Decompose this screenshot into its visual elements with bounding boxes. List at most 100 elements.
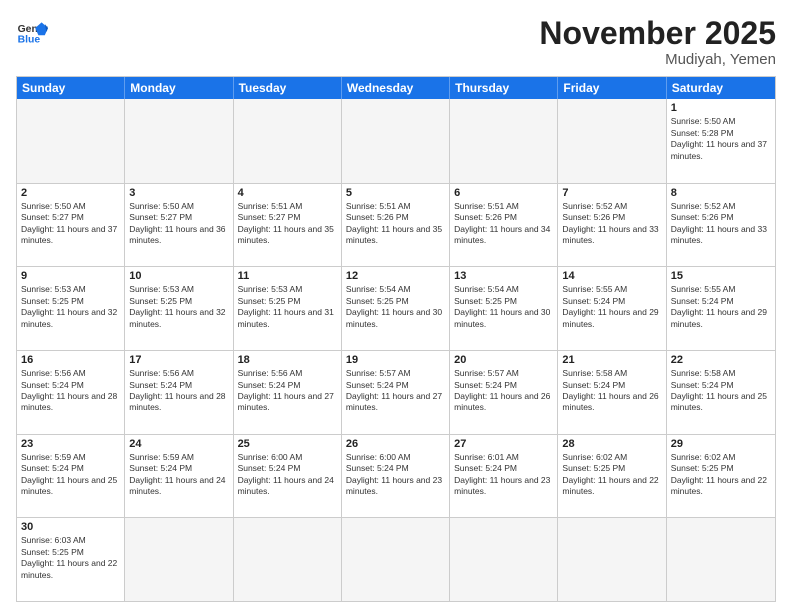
day-number: 26 — [346, 438, 445, 450]
calendar-cell: 24Sunrise: 5:59 AM Sunset: 5:24 PM Dayli… — [125, 435, 233, 518]
day-number: 3 — [129, 187, 228, 199]
calendar-row-5: 23 Sunrise: 5:59 AM Sunset: 5:24 PM Dayli… — [17, 434, 775, 518]
calendar-cell: 26 Sunrise: 6:00 AM Sunset: 5:24 PM Dayli… — [342, 435, 450, 518]
weekday-header-wednesday: Wednesday — [342, 77, 450, 99]
day-number: 19 — [346, 354, 445, 366]
day-number: 21 — [562, 354, 661, 366]
calendar-cell: 12 Sunrise: 5:54 AM Sunset: 5:25 PM Dayli… — [342, 267, 450, 350]
calendar-cell: 4 Sunrise: 5:51 AM Sunset: 5:27 PM Daylig… — [234, 184, 342, 267]
calendar-cell — [234, 518, 342, 601]
calendar-row-6: 30 Sunrise: 6:03 AM Sunset: 5:25 PM Dayli… — [17, 517, 775, 601]
day-number: 10 — [129, 270, 228, 282]
weekday-header-thursday: Thursday — [450, 77, 558, 99]
weekday-header-friday: Friday — [558, 77, 666, 99]
day-number: 9 — [21, 270, 120, 282]
page: General Blue November 2025 Mudiyah, Yeme… — [0, 0, 792, 612]
cell-sun-info: Sunrise: 5:54 AM Sunset: 5:25 PM Dayligh… — [454, 284, 553, 330]
cell-sun-info: Sunrise: 5:54 AM Sunset: 5:25 PM Dayligh… — [346, 284, 445, 330]
calendar-cell: 16 Sunrise: 5:56 AM Sunset: 5:24 PM Dayli… — [17, 351, 125, 434]
calendar-cell: 2Sunrise: 5:50 AM Sunset: 5:27 PM Daylig… — [17, 184, 125, 267]
calendar-cell: 11 Sunrise: 5:53 AM Sunset: 5:25 PM Dayli… — [234, 267, 342, 350]
day-number: 5 — [346, 187, 445, 199]
day-number: 22 — [671, 354, 771, 366]
location: Mudiyah, Yemen — [539, 51, 776, 68]
weekday-header-monday: Monday — [125, 77, 233, 99]
calendar-cell — [125, 99, 233, 183]
cell-sun-info: Sunrise: 5:57 AM Sunset: 5:24 PM Dayligh… — [346, 368, 445, 414]
cell-sun-info: Sunrise: 5:50 AM Sunset: 5:27 PM Dayligh… — [129, 201, 228, 247]
day-number: 23 — [21, 438, 120, 450]
calendar-cell: 28Sunrise: 6:02 AM Sunset: 5:25 PM Dayli… — [558, 435, 666, 518]
calendar-cell: 13 Sunrise: 5:54 AM Sunset: 5:25 PM Dayli… — [450, 267, 558, 350]
day-number: 25 — [238, 438, 337, 450]
calendar-cell: 1 Sunrise: 5:50 AM Sunset: 5:28 PM Daylig… — [667, 99, 775, 183]
calendar-cell — [17, 99, 125, 183]
cell-sun-info: Sunrise: 5:53 AM Sunset: 5:25 PM Dayligh… — [238, 284, 337, 330]
day-number: 16 — [21, 354, 120, 366]
cell-sun-info: Sunrise: 5:55 AM Sunset: 5:24 PM Dayligh… — [671, 284, 771, 330]
calendar-cell: 7Sunrise: 5:52 AM Sunset: 5:26 PM Daylig… — [558, 184, 666, 267]
calendar-cell — [450, 99, 558, 183]
calendar-cell: 19 Sunrise: 5:57 AM Sunset: 5:24 PM Dayli… — [342, 351, 450, 434]
day-number: 29 — [671, 438, 771, 450]
calendar-header: SundayMondayTuesdayWednesdayThursdayFrid… — [17, 77, 775, 99]
calendar-cell — [125, 518, 233, 601]
day-number: 15 — [671, 270, 771, 282]
weekday-header-saturday: Saturday — [667, 77, 775, 99]
cell-sun-info: Sunrise: 5:51 AM Sunset: 5:26 PM Dayligh… — [346, 201, 445, 247]
cell-sun-info: Sunrise: 5:50 AM Sunset: 5:28 PM Dayligh… — [671, 116, 771, 162]
calendar-cell: 6 Sunrise: 5:51 AM Sunset: 5:26 PM Daylig… — [450, 184, 558, 267]
calendar-cell: 20Sunrise: 5:57 AM Sunset: 5:24 PM Dayli… — [450, 351, 558, 434]
calendar-cell: 29Sunrise: 6:02 AM Sunset: 5:25 PM Dayli… — [667, 435, 775, 518]
calendar-cell: 8Sunrise: 5:52 AM Sunset: 5:26 PM Daylig… — [667, 184, 775, 267]
calendar-cell: 5 Sunrise: 5:51 AM Sunset: 5:26 PM Daylig… — [342, 184, 450, 267]
calendar-row-4: 16 Sunrise: 5:56 AM Sunset: 5:24 PM Dayli… — [17, 350, 775, 434]
calendar-cell — [234, 99, 342, 183]
cell-sun-info: Sunrise: 5:53 AM Sunset: 5:25 PM Dayligh… — [129, 284, 228, 330]
day-number: 17 — [129, 354, 228, 366]
cell-sun-info: Sunrise: 6:00 AM Sunset: 5:24 PM Dayligh… — [346, 452, 445, 498]
cell-sun-info: Sunrise: 5:52 AM Sunset: 5:26 PM Dayligh… — [671, 201, 771, 247]
calendar-cell: 23 Sunrise: 5:59 AM Sunset: 5:24 PM Dayli… — [17, 435, 125, 518]
calendar-cell: 3 Sunrise: 5:50 AM Sunset: 5:27 PM Daylig… — [125, 184, 233, 267]
calendar-row-1: 1 Sunrise: 5:50 AM Sunset: 5:28 PM Daylig… — [17, 99, 775, 183]
weekday-header-tuesday: Tuesday — [234, 77, 342, 99]
calendar-body: 1 Sunrise: 5:50 AM Sunset: 5:28 PM Daylig… — [17, 99, 775, 601]
logo-icon: General Blue — [16, 16, 48, 48]
svg-text:Blue: Blue — [18, 34, 41, 45]
calendar-cell: 27 Sunrise: 6:01 AM Sunset: 5:24 PM Dayli… — [450, 435, 558, 518]
day-number: 13 — [454, 270, 553, 282]
calendar-row-3: 9 Sunrise: 5:53 AM Sunset: 5:25 PM Daylig… — [17, 266, 775, 350]
calendar-cell: 30 Sunrise: 6:03 AM Sunset: 5:25 PM Dayli… — [17, 518, 125, 601]
day-number: 14 — [562, 270, 661, 282]
cell-sun-info: Sunrise: 5:55 AM Sunset: 5:24 PM Dayligh… — [562, 284, 661, 330]
cell-sun-info: Sunrise: 6:01 AM Sunset: 5:24 PM Dayligh… — [454, 452, 553, 498]
cell-sun-info: Sunrise: 5:59 AM Sunset: 5:24 PM Dayligh… — [21, 452, 120, 498]
day-number: 4 — [238, 187, 337, 199]
cell-sun-info: Sunrise: 5:50 AM Sunset: 5:27 PM Dayligh… — [21, 201, 120, 247]
day-number: 11 — [238, 270, 337, 282]
cell-sun-info: Sunrise: 5:52 AM Sunset: 5:26 PM Dayligh… — [562, 201, 661, 247]
cell-sun-info: Sunrise: 5:53 AM Sunset: 5:25 PM Dayligh… — [21, 284, 120, 330]
cell-sun-info: Sunrise: 5:51 AM Sunset: 5:26 PM Dayligh… — [454, 201, 553, 247]
cell-sun-info: Sunrise: 5:56 AM Sunset: 5:24 PM Dayligh… — [21, 368, 120, 414]
cell-sun-info: Sunrise: 6:00 AM Sunset: 5:24 PM Dayligh… — [238, 452, 337, 498]
day-number: 27 — [454, 438, 553, 450]
day-number: 12 — [346, 270, 445, 282]
cell-sun-info: Sunrise: 6:03 AM Sunset: 5:25 PM Dayligh… — [21, 535, 120, 581]
header: General Blue November 2025 Mudiyah, Yeme… — [16, 16, 776, 68]
day-number: 6 — [454, 187, 553, 199]
month-title: November 2025 — [539, 16, 776, 51]
calendar-cell: 25 Sunrise: 6:00 AM Sunset: 5:24 PM Dayli… — [234, 435, 342, 518]
cell-sun-info: Sunrise: 5:56 AM Sunset: 5:24 PM Dayligh… — [129, 368, 228, 414]
calendar-row-2: 2Sunrise: 5:50 AM Sunset: 5:27 PM Daylig… — [17, 183, 775, 267]
cell-sun-info: Sunrise: 5:56 AM Sunset: 5:24 PM Dayligh… — [238, 368, 337, 414]
day-number: 30 — [21, 521, 120, 533]
day-number: 24 — [129, 438, 228, 450]
cell-sun-info: Sunrise: 5:57 AM Sunset: 5:24 PM Dayligh… — [454, 368, 553, 414]
cell-sun-info: Sunrise: 5:51 AM Sunset: 5:27 PM Dayligh… — [238, 201, 337, 247]
day-number: 28 — [562, 438, 661, 450]
calendar-cell: 18Sunrise: 5:56 AM Sunset: 5:24 PM Dayli… — [234, 351, 342, 434]
calendar-cell — [558, 518, 666, 601]
day-number: 1 — [671, 102, 771, 114]
